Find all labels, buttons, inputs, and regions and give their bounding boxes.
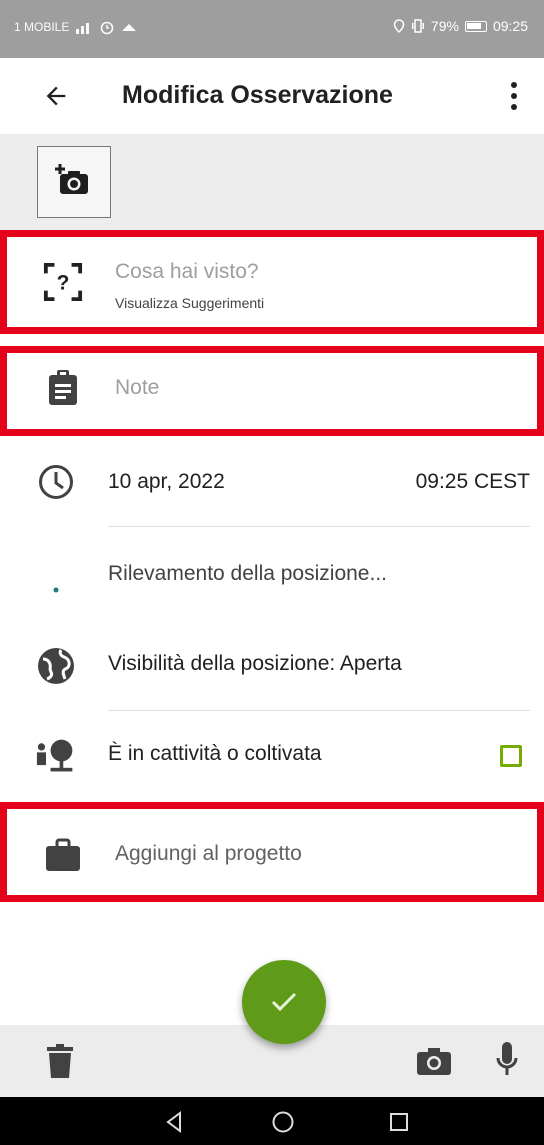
signal-icon	[76, 23, 90, 34]
captive-plant-icon	[36, 736, 76, 776]
nav-home-icon	[272, 1111, 294, 1133]
briefcase-icon	[43, 835, 83, 875]
delete-button[interactable]	[42, 1041, 78, 1081]
captive-label: È in cattività o coltivata	[108, 742, 322, 765]
more-vert-dot	[511, 104, 517, 110]
arrow-left-icon	[46, 86, 66, 106]
system-nav-bar	[0, 1097, 544, 1145]
more-vert-dot	[511, 93, 517, 99]
battery-percent: 79%	[430, 18, 459, 34]
location-dot-icon	[36, 570, 76, 610]
cloud-icon	[122, 24, 137, 31]
species-field[interactable]: ? Cosa hai visto? Visualizza Suggeriment…	[0, 230, 544, 334]
notes-field[interactable]: Note	[0, 346, 544, 436]
nav-recents-button[interactable]	[379, 1107, 419, 1137]
svg-text:?: ?	[57, 272, 70, 295]
captive-row[interactable]: È in cattività o coltivata	[0, 712, 544, 804]
trash-icon	[47, 1044, 73, 1078]
captive-checkbox[interactable]	[500, 745, 522, 767]
add-camera-icon	[55, 164, 88, 194]
add-photo-button[interactable]	[37, 146, 111, 218]
photo-strip	[0, 134, 544, 230]
page-title: Modifica Osservazione	[122, 81, 393, 109]
nav-back-button[interactable]	[154, 1107, 194, 1137]
date-value[interactable]: 10 apr, 2022	[108, 470, 225, 494]
status-time: 09:25	[492, 18, 528, 34]
location-status-icon	[393, 19, 405, 33]
species-placeholder: Cosa hai visto?	[115, 260, 259, 283]
camera-icon	[417, 1048, 451, 1075]
suggestions-link[interactable]: Visualizza Suggerimenti	[115, 295, 264, 311]
battery-icon	[464, 20, 487, 32]
save-fab[interactable]	[242, 960, 326, 1044]
clipboard-icon	[43, 368, 83, 408]
alarm-icon	[101, 21, 114, 35]
location-status: Rilevamento della posizione...	[108, 562, 387, 585]
back-button[interactable]	[34, 76, 78, 116]
status-right: 79% 09:25	[393, 18, 528, 34]
divider	[108, 526, 530, 527]
status-bar: 1 MOBILE 79% 09:25	[0, 0, 544, 58]
status-left: 1 MOBILE	[14, 19, 137, 35]
vibrate-icon	[411, 19, 424, 33]
notes-placeholder: Note	[115, 376, 160, 399]
add-project-label: Aggiungi al progetto	[115, 842, 302, 865]
clock-icon	[36, 462, 76, 502]
microphone-icon	[496, 1042, 518, 1075]
camera-button[interactable]	[414, 1041, 454, 1081]
more-menu-button[interactable]	[498, 72, 530, 120]
geoprivacy-row[interactable]: Visibilità della posizione: Aperta	[0, 624, 544, 712]
divider	[108, 710, 530, 711]
datetime-row[interactable]: 10 apr, 2022 09:25 CEST	[0, 440, 544, 528]
check-icon	[271, 992, 297, 1012]
add-project-row[interactable]: Aggiungi al progetto	[0, 802, 544, 902]
app-bar: Modifica Osservazione	[0, 58, 544, 134]
microphone-button[interactable]	[490, 1037, 524, 1083]
time-value[interactable]: 09:25 CEST	[416, 470, 530, 494]
location-row[interactable]: Rilevamento della posizione...	[0, 528, 544, 632]
more-vert-icon	[511, 82, 517, 88]
carrier-label: 1 MOBILE	[14, 20, 70, 34]
nav-recents-icon	[390, 1113, 408, 1131]
species-unknown-icon: ?	[43, 262, 83, 302]
globe-icon	[36, 646, 76, 686]
geoprivacy-label[interactable]: Visibilità della posizione: Aperta	[108, 652, 402, 676]
nav-home-button[interactable]	[263, 1107, 303, 1137]
nav-back-icon	[166, 1111, 181, 1133]
